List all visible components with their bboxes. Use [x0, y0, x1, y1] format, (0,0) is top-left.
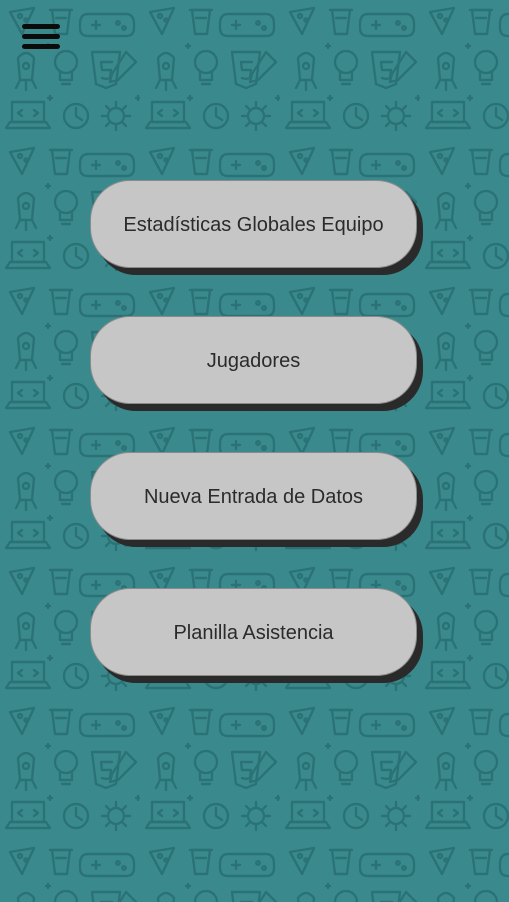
new-data-entry-button[interactable]: Nueva Entrada de Datos	[90, 452, 417, 540]
attendance-sheet-button[interactable]: Planilla Asistencia	[90, 588, 417, 676]
team-global-stats-button[interactable]: Estadísticas Globales Equipo	[90, 180, 417, 268]
players-button[interactable]: Jugadores	[90, 316, 417, 404]
main-menu: Estadísticas Globales Equipo Jugadores N…	[0, 0, 509, 902]
